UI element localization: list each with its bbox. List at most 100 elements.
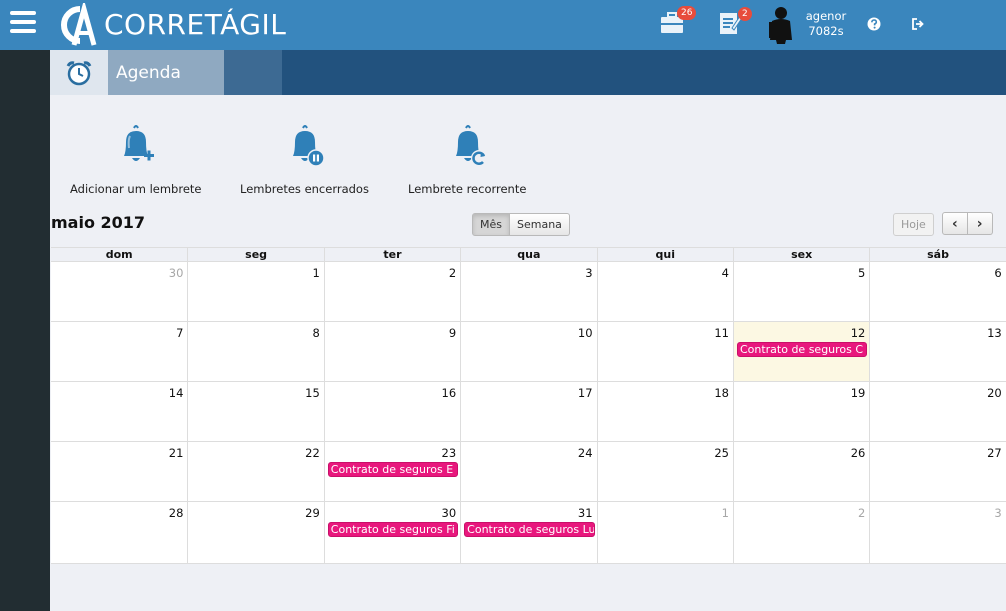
user-name[interactable]: agenor 7082s <box>800 9 852 39</box>
calendar-day[interactable]: 25 <box>596 442 733 501</box>
closed-reminders-button[interactable]: Lembretes encerrados <box>240 124 369 196</box>
day-number: 17 <box>577 386 593 400</box>
calendar-day[interactable]: 19 <box>732 382 869 441</box>
day-number: 1 <box>312 266 320 280</box>
calendar-day[interactable]: 7 <box>51 322 187 381</box>
calendar-day[interactable]: 30 <box>51 262 187 321</box>
calendar-event[interactable]: Contrato de seguros E <box>327 462 459 477</box>
day-number: 4 <box>721 266 729 280</box>
recurring-reminder-label: Lembrete recorrente <box>408 182 527 196</box>
calendar-day[interactable]: 31 Contrato de seguros Lu <box>460 502 596 563</box>
calendar-day[interactable]: 10 <box>460 322 596 381</box>
calendar-day[interactable]: 13 <box>869 322 1005 381</box>
calendar-day[interactable]: 26 <box>732 442 869 501</box>
calendar-day[interactable]: 22 <box>187 442 323 501</box>
calendar-day-today[interactable]: 12 Contrato de seguros C <box>732 322 870 381</box>
briefcase-badge: 26 <box>677 6 697 20</box>
day-number: 31 <box>577 506 593 520</box>
calendar-body: 30 1 2 3 4 5 6 7 8 9 10 11 12 Contrato de seguros C 13… <box>51 262 1006 564</box>
calendar-week: 7 8 9 10 11 12 Contrato de seguros C 13 <box>51 322 1006 382</box>
calendar-day[interactable]: 3 <box>869 502 1005 563</box>
calendar-day[interactable]: 24 <box>460 442 596 501</box>
day-number: 15 <box>305 386 320 400</box>
calendar-day[interactable]: 15 <box>187 382 323 441</box>
day-number: 25 <box>714 446 729 460</box>
calendar-day[interactable]: 5 <box>732 262 869 321</box>
calendar-event[interactable]: Contrato de seguros Lu <box>464 522 595 537</box>
calendar-day[interactable]: 30 Contrato de seguros Fi <box>323 502 460 563</box>
next-month-button[interactable]: › <box>967 212 993 235</box>
weekday-dom: dom <box>105 248 133 261</box>
module-icon-box <box>50 50 108 95</box>
user-avatar-icon[interactable] <box>768 6 794 44</box>
day-number: 2 <box>858 506 866 520</box>
calendar-day[interactable]: 29 <box>187 502 323 563</box>
day-number: 6 <box>994 266 1002 280</box>
day-number: 29 <box>305 506 320 520</box>
day-number: 26 <box>850 446 866 460</box>
weekday-sáb: sáb <box>869 248 1005 261</box>
calendar-day[interactable]: 1 <box>187 262 323 321</box>
day-number: 21 <box>168 446 184 460</box>
calendar-day[interactable]: 3 <box>460 262 596 321</box>
calendar-week: 30 1 2 3 4 5 6 <box>51 262 1006 322</box>
day-number: 30 <box>168 266 184 280</box>
user-name-line2: 7082s <box>808 24 844 38</box>
calendar-day[interactable]: 23 Contrato de seguros E <box>323 442 460 501</box>
today-group: Hoje <box>893 213 934 236</box>
view-switcher: Mês Semana <box>472 213 570 236</box>
nav-group: ‹ › <box>942 212 993 235</box>
day-number: 3 <box>585 266 593 280</box>
calendar-day[interactable]: 28 <box>51 502 187 563</box>
bell-refresh-icon <box>456 125 487 166</box>
calendar-day[interactable]: 8 <box>187 322 323 381</box>
calendar-day[interactable]: 4 <box>596 262 733 321</box>
day-number: 20 <box>987 386 1002 400</box>
calendar-week: 14 15 16 17 18 19 20 <box>51 382 1006 442</box>
calendar-day[interactable]: 27 <box>869 442 1005 501</box>
bell-plus-icon <box>124 125 154 161</box>
help-icon[interactable] <box>867 17 881 31</box>
day-number: 9 <box>448 326 457 340</box>
calendar-day[interactable]: 9 <box>323 322 460 381</box>
module-title: Agenda <box>116 63 181 83</box>
today-button[interactable]: Hoje <box>893 213 934 236</box>
week-view-button[interactable]: Semana <box>510 213 570 236</box>
closed-reminders-label: Lembretes encerrados <box>240 182 369 196</box>
calendar-day[interactable]: 14 <box>51 382 187 441</box>
calendar-day[interactable]: 21 <box>51 442 187 501</box>
weekday-qui: qui <box>596 248 733 261</box>
calendar-day[interactable]: 17 <box>460 382 596 441</box>
brand-name[interactable]: CORRETÁGIL <box>104 8 286 41</box>
corretagil-logo-icon <box>61 3 97 46</box>
weekday-qua: qua <box>460 248 596 261</box>
calendar-day[interactable]: 18 <box>596 382 733 441</box>
alarm-clock-icon <box>66 61 92 86</box>
day-number: 16 <box>441 386 457 400</box>
day-number: 30 <box>441 506 457 520</box>
weekday-seg: seg <box>187 248 323 261</box>
prev-month-button[interactable]: ‹ <box>942 212 968 235</box>
module-bar: Agenda <box>50 50 1006 95</box>
menu-icon[interactable] <box>10 11 36 35</box>
day-number: 11 <box>714 326 729 340</box>
add-reminder-button[interactable]: Adicionar um lembrete <box>70 124 202 196</box>
calendar-day[interactable]: 1 <box>596 502 733 563</box>
calendar-day[interactable]: 11 <box>596 322 733 381</box>
logout-icon[interactable] <box>911 17 925 31</box>
month-view-button[interactable]: Mês <box>472 213 510 236</box>
day-number: 5 <box>858 266 866 280</box>
day-number: 18 <box>714 386 729 400</box>
calendar-day[interactable]: 2 <box>323 262 460 321</box>
day-number: 27 <box>987 446 1002 460</box>
recurring-reminder-button[interactable]: Lembrete recorrente <box>408 124 526 196</box>
calendar-day[interactable]: 16 <box>323 382 460 441</box>
calendar-event[interactable]: Contrato de seguros C <box>736 342 868 357</box>
briefcase-button[interactable]: 26 <box>660 6 697 38</box>
month-calendar: dom seg ter qua qui sex sáb 30 1 2 3 4 5 6 7 8 9 10 11 12 C… <box>51 247 1006 564</box>
notes-button[interactable]: 2 <box>718 7 752 40</box>
calendar-event[interactable]: Contrato de seguros Fi <box>327 522 459 537</box>
calendar-day[interactable]: 6 <box>869 262 1005 321</box>
calendar-day[interactable]: 20 <box>869 382 1005 441</box>
calendar-day[interactable]: 2 <box>732 502 869 563</box>
